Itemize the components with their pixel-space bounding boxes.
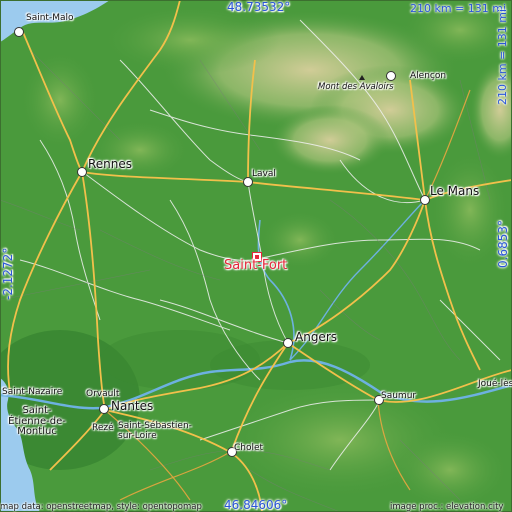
city-label-saint-etienne-de-montluc: Saint-Étienne-de-Montluc bbox=[0, 405, 80, 438]
place-label-saint-fort: Saint-Fort bbox=[224, 258, 288, 273]
city-label-saint-etienne-de-montluc-text: Saint-Étienne-de-Montluc bbox=[8, 405, 66, 437]
nantes-marker bbox=[99, 404, 109, 414]
city-label-le-mans: Le Mans bbox=[430, 184, 480, 198]
city-label-saint-sebastien-sur-loire-text: Saint-Sébastien-sur-Loire bbox=[118, 421, 192, 441]
city-label-saumur: Saumur bbox=[381, 391, 417, 401]
scale-bar-vertical: 210 km = 131 mi bbox=[496, 8, 509, 105]
city-label-saint-malo: Saint-Malo bbox=[26, 13, 74, 23]
lon-left-coordinate: -2.1272° bbox=[1, 247, 15, 300]
map-credit-right: image proc.: elevation.city bbox=[390, 502, 504, 512]
city-label-angers: Angers bbox=[295, 330, 337, 344]
city-label-alencon: Alençon bbox=[410, 71, 447, 81]
rennes-marker bbox=[77, 167, 87, 177]
map-credit-left: map data: openstreetmap, style: opentopo… bbox=[0, 502, 202, 512]
scale-bar-horizontal: 210 km = 131 mi bbox=[410, 2, 507, 15]
city-label-orvault: Orvault bbox=[86, 389, 120, 399]
saint-malo-marker bbox=[14, 27, 24, 37]
lat-top-coordinate: 48.73532° bbox=[227, 0, 291, 14]
city-label-laval: Laval bbox=[252, 169, 276, 179]
city-label-cholet: Cholet bbox=[234, 443, 264, 453]
le-mans-marker bbox=[420, 195, 430, 205]
peak-marker bbox=[359, 75, 365, 80]
city-label-rennes: Rennes bbox=[88, 157, 133, 171]
city-label-reze: Rezé bbox=[92, 423, 114, 433]
lat-bottom-coordinate: 46.84606° bbox=[224, 498, 288, 512]
city-label-saint-nazaire: Saint-Nazaire bbox=[2, 387, 63, 397]
city-label-joue-les-tours: Joué-lès-Tours bbox=[478, 379, 512, 389]
elevation-map: Saint-Malo Rennes Laval Le Mans Alençon … bbox=[0, 0, 512, 512]
peak-label-mont-des-avaloirs: Mont des Avaloirs bbox=[318, 82, 394, 92]
alencon-marker bbox=[386, 71, 396, 81]
lon-right-coordinate: 0.6853° bbox=[496, 220, 510, 268]
angers-marker bbox=[283, 338, 293, 348]
city-label-saint-sebastien-sur-loire: Saint-Sébastien-sur-Loire bbox=[118, 421, 194, 442]
city-label-nantes: Nantes bbox=[111, 399, 154, 413]
